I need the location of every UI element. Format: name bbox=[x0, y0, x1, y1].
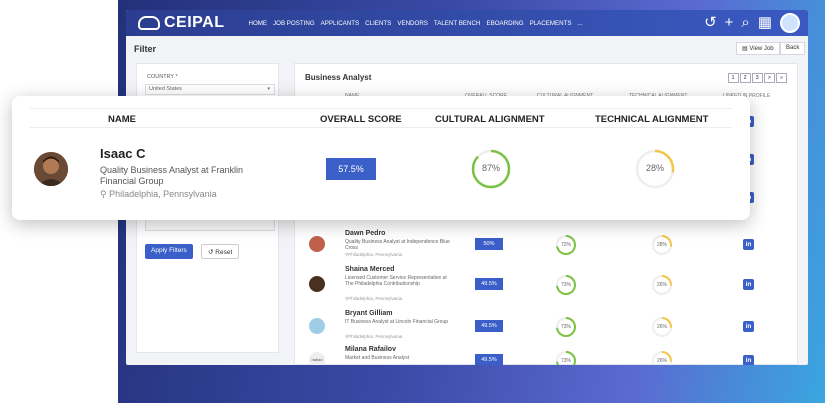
nav-icons: ↺ + ⌕ ▦ bbox=[696, 13, 800, 33]
linkedin-icon[interactable]: in bbox=[743, 279, 754, 290]
candidate-title: Market and Business Analyst bbox=[345, 355, 410, 361]
country-value: United States bbox=[149, 86, 183, 92]
logo[interactable]: CEIPAL bbox=[138, 14, 224, 32]
grid-icon[interactable]: ▦ bbox=[758, 13, 772, 33]
overall-score-badge: 49.5% bbox=[475, 278, 503, 290]
cultural-value: 73% bbox=[560, 282, 571, 288]
page-3[interactable]: 3 bbox=[751, 73, 763, 83]
reset-label: Reset bbox=[215, 249, 233, 256]
plus-icon[interactable]: + bbox=[725, 13, 734, 33]
location-pin-icon: ⚲ bbox=[100, 189, 107, 199]
avatar bbox=[309, 318, 325, 334]
technical-value: 26% bbox=[656, 358, 667, 364]
candidate-location: ⚲ Philadelphia, Pennsylvania bbox=[100, 189, 217, 200]
technical-value: 26% bbox=[656, 324, 667, 330]
linkedin-icon[interactable]: in bbox=[743, 321, 754, 332]
technical-alignment-value: 28% bbox=[645, 163, 664, 173]
candidate-location: ⚲Philadelphia, Pennsylvania bbox=[345, 296, 402, 302]
avatar bbox=[309, 276, 325, 292]
candidate-title: Quality Business Analyst at Franklin Fin… bbox=[100, 165, 244, 186]
location-text: Philadelphia, Pennsylvania bbox=[348, 252, 403, 257]
nav-talent-bench[interactable]: TALENT BENCH bbox=[434, 20, 481, 27]
nav-eboarding[interactable]: EBOARDING bbox=[486, 20, 523, 27]
user-avatar[interactable] bbox=[780, 13, 800, 33]
candidate-avatar bbox=[34, 152, 68, 186]
nav-home[interactable]: HOME bbox=[248, 20, 267, 27]
country-select[interactable]: United States ▾ bbox=[145, 84, 275, 95]
reset-button[interactable]: ↺ Reset bbox=[201, 244, 240, 259]
nav-job-posting[interactable]: JOB POSTING bbox=[273, 20, 315, 27]
logo-text: CEIPAL bbox=[164, 14, 225, 31]
candidate-title: Quality Business Analyst at Independence… bbox=[345, 239, 450, 251]
nav-clients[interactable]: CLIENTS bbox=[365, 20, 391, 27]
cultural-alignment-value: 87% bbox=[481, 163, 500, 173]
chevron-down-icon: ▾ bbox=[267, 86, 270, 92]
top-nav: CEIPAL HOME JOB POSTING APPLICANTS CLIEN… bbox=[126, 10, 808, 36]
technical-value: 28% bbox=[656, 242, 667, 248]
overall-score-badge: 49.5% bbox=[475, 320, 503, 332]
view-job-label: View Job bbox=[749, 46, 774, 52]
page-1[interactable]: 1 bbox=[727, 73, 739, 83]
table-row[interactable]: radian Milana Rafailov Market and Busine… bbox=[295, 342, 799, 365]
location-text: Philadelphia, Pennsylvania bbox=[348, 296, 403, 301]
candidate-highlight-card: NAME OVERALL SCORE CULTURAL ALIGNMENT TE… bbox=[12, 96, 750, 220]
candidate-location: ⚲Philadelphia, Pennsylvania bbox=[345, 252, 402, 258]
page-next[interactable]: > bbox=[763, 73, 775, 83]
candidate-name[interactable]: Isaac C bbox=[100, 146, 146, 161]
pagination: 1 2 3 > » bbox=[727, 73, 787, 83]
nav-more[interactable]: ... bbox=[578, 20, 583, 27]
candidate-location: ⚲Philadelphia, Pennsylvania bbox=[345, 334, 402, 340]
page-2[interactable]: 2 bbox=[739, 73, 751, 83]
results-title: Business Analyst bbox=[305, 73, 372, 82]
candidate-name[interactable]: Shaina Merced bbox=[345, 266, 394, 273]
candidate-title: Licensed Customer Service Representative… bbox=[345, 275, 447, 287]
view-job-button[interactable]: ▤ View Job bbox=[736, 42, 780, 55]
card-header: NAME OVERALL SCORE CULTURAL ALIGNMENT TE… bbox=[30, 108, 732, 128]
location-text: Philadelphia, Pennsylvania bbox=[109, 189, 217, 199]
history-icon[interactable]: ↺ bbox=[704, 13, 717, 33]
overall-score-badge: 50% bbox=[475, 238, 503, 250]
card-col-name: NAME bbox=[108, 114, 136, 125]
page-last[interactable]: » bbox=[775, 73, 787, 83]
location-text: Philadelphia, Pennsylvania bbox=[348, 334, 403, 339]
nav-vendors[interactable]: VENDORS bbox=[397, 20, 428, 27]
candidate-title: IT Business Analyst at Lincoln Financial… bbox=[345, 319, 449, 325]
table-row[interactable]: Dawn Pedro Quality Business Analyst at I… bbox=[295, 222, 799, 260]
apply-filters-button[interactable]: Apply Filters bbox=[145, 244, 193, 259]
technical-value: 26% bbox=[656, 282, 667, 288]
table-row[interactable]: Bryant Gilliam IT Business Analyst at Li… bbox=[295, 306, 799, 342]
overall-score-badge: 57.5% bbox=[326, 158, 376, 180]
avatar bbox=[309, 236, 325, 252]
cloud-icon bbox=[138, 16, 160, 30]
filter-input[interactable] bbox=[145, 219, 275, 231]
company-logo: radian bbox=[309, 352, 325, 365]
candidate-name[interactable]: Milana Rafailov bbox=[345, 346, 396, 353]
card-col-technical-alignment: TECHNICAL ALIGNMENT bbox=[595, 114, 709, 125]
search-icon[interactable]: ⌕ bbox=[741, 13, 749, 33]
overall-score-badge: 49.5% bbox=[475, 354, 503, 365]
card-col-cultural-alignment: CULTURAL ALIGNMENT bbox=[435, 114, 545, 125]
candidate-name[interactable]: Bryant Gilliam bbox=[345, 310, 392, 317]
candidate-name[interactable]: Dawn Pedro bbox=[345, 230, 385, 237]
country-label: COUNTRY * bbox=[147, 74, 178, 80]
nav-placements[interactable]: PLACEMENTS bbox=[530, 20, 572, 27]
person-photo-icon bbox=[34, 152, 68, 186]
cultural-value: 73% bbox=[560, 358, 571, 364]
filter-title: Filter bbox=[134, 44, 157, 54]
card-col-overall-score: OVERALL SCORE bbox=[320, 114, 402, 125]
table-row[interactable]: Shaina Merced Licensed Customer Service … bbox=[295, 260, 799, 306]
nav-applicants[interactable]: APPLICANTS bbox=[321, 20, 360, 27]
linkedin-icon[interactable]: in bbox=[743, 355, 754, 365]
back-button[interactable]: Back bbox=[780, 42, 806, 55]
cultural-value: 73% bbox=[560, 324, 571, 330]
stage: CEIPAL HOME JOB POSTING APPLICANTS CLIEN… bbox=[0, 0, 825, 403]
nav-links: HOME JOB POSTING APPLICANTS CLIENTS VEND… bbox=[248, 20, 588, 27]
linkedin-icon[interactable]: in bbox=[743, 239, 754, 250]
cultural-value: 72% bbox=[560, 242, 571, 248]
